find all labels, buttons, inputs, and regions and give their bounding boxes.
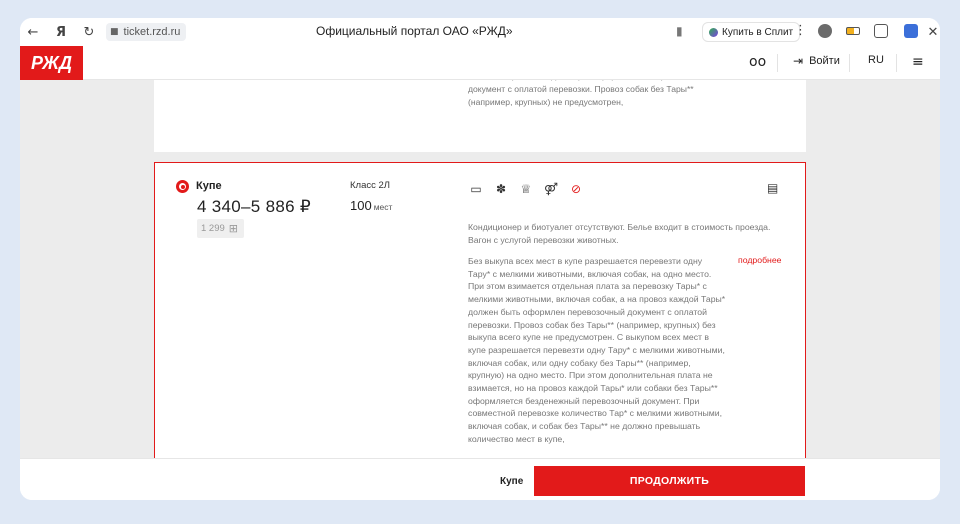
previous-car-card: собак, на провоз каждой Тары* оформляетс… [154, 80, 806, 152]
bottom-action-bar: Купе ПРОДОЛЖИТЬ [20, 458, 940, 500]
car-description: Кондиционер и биотуалет отсутствуют. Бел… [468, 222, 771, 245]
login-button[interactable]: ⇥ Войти [793, 54, 840, 68]
more-details-link[interactable]: подробнее [738, 255, 782, 265]
language-selector[interactable]: RU [868, 54, 884, 66]
paw-icon[interactable]: ✽ [493, 181, 509, 197]
seats-unit: мест [373, 202, 393, 212]
extension-battery-icon[interactable] [846, 27, 860, 35]
browser-toolbar: ← Я ↻ ■ ticket.rzd.ru Официальный портал… [20, 18, 940, 46]
address-bar[interactable]: ■ ticket.rzd.ru [106, 23, 186, 41]
rzd-logo[interactable]: РЖД [20, 46, 83, 80]
pets-info: Без выкупа всех мест в купе разрешается … [468, 256, 726, 444]
seats-count: 100 [350, 198, 372, 213]
login-label: Войти [809, 55, 840, 67]
car-class: Класс 2Л [350, 180, 391, 191]
bookmark-icon[interactable]: ▮ [676, 24, 683, 38]
class-radio-selected[interactable] [176, 180, 189, 193]
price-range: 4 340–5 886 ₽ [197, 197, 311, 216]
reload-icon[interactable]: ↻ [80, 23, 98, 41]
bed-icon[interactable]: ▭ [468, 181, 484, 197]
extension-badge-icon[interactable] [904, 24, 918, 38]
split-logo-icon [709, 27, 718, 37]
split-button-label: Купить в Сплит [722, 26, 794, 38]
more-vertical-icon[interactable]: ⋮ [794, 23, 807, 38]
header-divider [849, 54, 850, 72]
header-divider [777, 54, 778, 72]
amenity-icons: ▭ ✽ ♕ ⚤ ⊘ [468, 181, 584, 197]
yandex-icon[interactable]: Я [52, 23, 70, 41]
gift-icon: ⊞ [228, 222, 238, 235]
url-text: ticket.rzd.ru [123, 26, 181, 38]
continue-button[interactable]: ПРОДОЛЖИТЬ [534, 466, 805, 496]
award-icon[interactable]: ♕ [518, 181, 534, 197]
main-content[interactable]: собак, на провоз каждой Тары* оформляетс… [20, 80, 940, 458]
menu-icon[interactable]: ≡ [912, 54, 924, 70]
tab-title: Официальный портал ОАО «РЖД» [316, 24, 513, 38]
site-header: РЖД oo ⇥ Войти RU ≡ [20, 46, 940, 80]
close-window-icon[interactable]: ✕ [924, 23, 940, 41]
couple-icon[interactable]: ⚤ [543, 181, 559, 197]
split-button[interactable]: Купить в Сплит [702, 22, 801, 42]
accessibility-glasses-icon[interactable]: oo [749, 54, 766, 70]
logo-text: РЖД [30, 52, 72, 73]
selected-class-label: Купе [500, 476, 524, 487]
bonus-points-badge[interactable]: 1 299 ⊞ [197, 219, 244, 238]
seats-available: 100 мест [350, 198, 392, 213]
no-smoking-icon[interactable]: ⊘ [568, 181, 584, 197]
login-icon: ⇥ [793, 54, 804, 68]
car-scheme-icon[interactable]: ▤ [767, 181, 783, 195]
header-divider [896, 54, 897, 72]
bonus-points-value: 1 299 [201, 223, 225, 234]
car-option-card[interactable]: Купе 4 340–5 886 ₽ 1 299 ⊞ Класс 2Л 100 м… [154, 162, 806, 458]
extension-puzzle-icon[interactable] [874, 24, 888, 38]
lock-icon: ■ [110, 27, 119, 37]
browser-window: ← Я ↻ ■ ticket.rzd.ru Официальный портал… [20, 18, 940, 500]
previous-card-text: собак, на провоз каждой Тары* оформляетс… [468, 80, 708, 107]
class-name: Купе [196, 180, 222, 192]
back-arrow-icon[interactable]: ← [24, 23, 42, 41]
extension-shield-icon[interactable] [818, 24, 832, 38]
